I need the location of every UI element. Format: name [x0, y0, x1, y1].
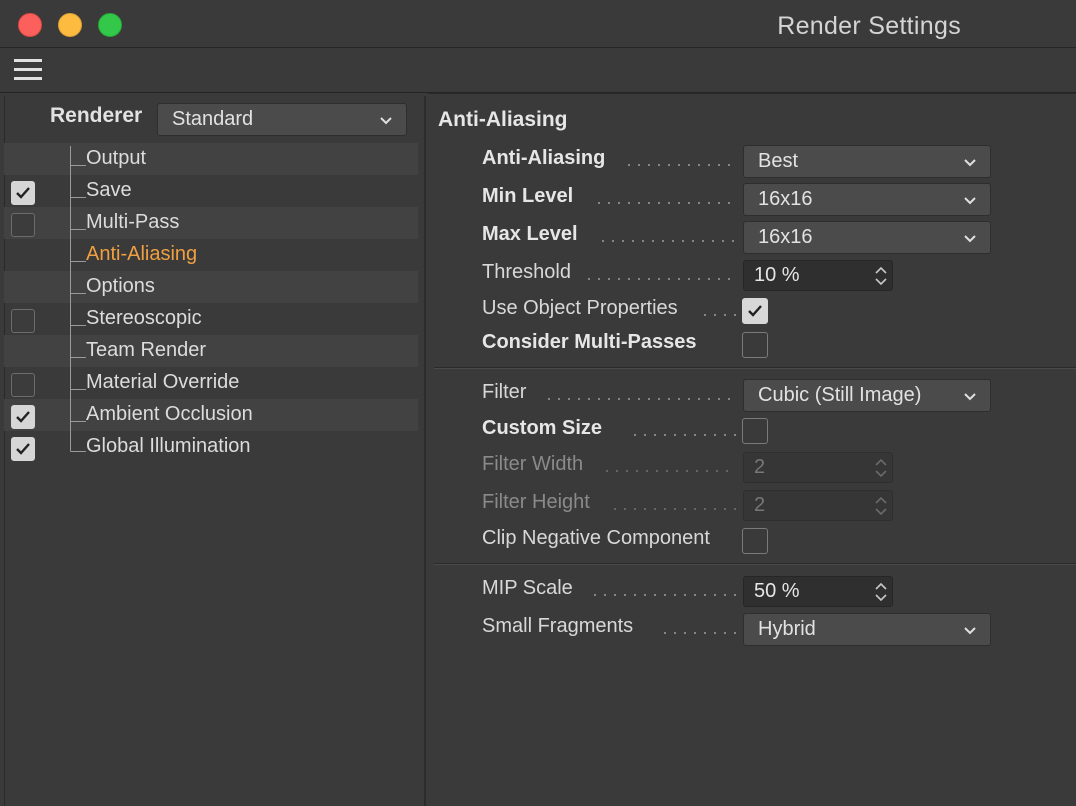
- checkmark-icon: [16, 411, 30, 423]
- small-fragments-value: Hybrid: [758, 618, 816, 640]
- maximize-window-button[interactable]: [98, 13, 122, 37]
- leader-dots: [602, 470, 736, 472]
- tree-item-stereoscopic[interactable]: Stereoscopic: [86, 307, 202, 330]
- spinner-arrows-icon[interactable]: [874, 493, 888, 519]
- section-divider-highlight: [434, 564, 1076, 565]
- use-object-properties-label: Use Object Properties: [482, 297, 678, 319]
- filter-height-label: Filter Height: [482, 491, 590, 513]
- spinner-arrows-icon[interactable]: [874, 579, 888, 605]
- tree-item-options[interactable]: Options: [86, 275, 155, 298]
- section-divider-highlight: [434, 368, 1076, 369]
- leader-dots: [594, 202, 736, 204]
- filter-height-input[interactable]: 2: [743, 490, 893, 521]
- multipass-checkbox[interactable]: [11, 213, 35, 237]
- menu-icon[interactable]: [14, 59, 42, 81]
- clip-negative-label: Clip Negative Component: [482, 527, 710, 549]
- threshold-label: Threshold: [482, 261, 571, 283]
- max-level-label: Max Level: [482, 223, 578, 245]
- consider-multipasses-label: Consider Multi-Passes: [482, 331, 697, 353]
- filter-value: Cubic (Still Image): [758, 384, 922, 406]
- antialiasing-label: Anti-Aliasing: [482, 147, 606, 169]
- panel-splitter[interactable]: [424, 96, 426, 806]
- tree-item-multipass[interactable]: Multi-Pass: [86, 211, 179, 234]
- filter-dropdown[interactable]: Cubic (Still Image): [743, 379, 991, 412]
- tree-item-antialiasing[interactable]: Anti-Aliasing: [86, 243, 197, 266]
- minimize-window-button[interactable]: [58, 13, 82, 37]
- close-window-button[interactable]: [18, 13, 42, 37]
- tree-item-ambientocclusion[interactable]: Ambient Occlusion: [86, 403, 253, 426]
- custom-size-checkbox[interactable]: [742, 418, 768, 444]
- ambientocclusion-checkbox[interactable]: [11, 405, 35, 429]
- leader-dots: [610, 508, 736, 510]
- threshold-input[interactable]: 10 %: [743, 260, 893, 291]
- min-level-label: Min Level: [482, 185, 574, 207]
- small-fragments-dropdown[interactable]: Hybrid: [743, 613, 991, 646]
- chevron-down-icon: [962, 192, 978, 208]
- toolbar: [0, 48, 1076, 92]
- filter-width-label: Filter Width: [482, 453, 584, 475]
- antialiasing-dropdown[interactable]: Best: [743, 145, 991, 178]
- checkmark-icon: [748, 305, 762, 317]
- mip-scale-label: MIP Scale: [482, 577, 573, 599]
- leader-dots: [624, 164, 736, 166]
- chevron-down-icon: [962, 230, 978, 246]
- mip-scale-value: 50 %: [754, 580, 800, 602]
- clip-negative-checkbox[interactable]: [742, 528, 768, 554]
- chevron-down-icon: [962, 622, 978, 638]
- chevron-down-icon: [962, 388, 978, 404]
- panel-top-border: [428, 93, 1076, 94]
- leader-dots: [598, 240, 736, 242]
- chevron-down-icon: [962, 154, 978, 170]
- mip-scale-input[interactable]: 50 %: [743, 576, 893, 607]
- max-level-value: 16x16: [758, 226, 813, 248]
- title-bar: Render Settings: [0, 0, 1076, 48]
- section-title: Anti-Aliasing: [438, 108, 568, 131]
- leader-dots: [584, 278, 736, 280]
- antialiasing-value: Best: [758, 150, 799, 172]
- filter-label: Filter: [482, 381, 527, 403]
- renderer-value: Standard: [172, 108, 254, 130]
- materialoverride-checkbox[interactable]: [11, 373, 35, 397]
- filter-width-value: 2: [754, 456, 766, 478]
- filter-width-input[interactable]: 2: [743, 452, 893, 483]
- leader-dots: [660, 632, 736, 634]
- min-level-dropdown[interactable]: 16x16: [743, 183, 991, 216]
- window-title: Render Settings: [777, 12, 961, 40]
- tree-connector-lines: [70, 146, 86, 452]
- chevron-down-icon: [378, 112, 394, 128]
- tree-item-globalillumination[interactable]: Global Illumination: [86, 435, 251, 458]
- renderer-dropdown[interactable]: Standard: [157, 103, 407, 136]
- stereoscopic-checkbox[interactable]: [11, 309, 35, 333]
- leader-dots: [700, 314, 736, 316]
- tree-item-teamrender[interactable]: Team Render: [86, 339, 206, 362]
- min-level-value: 16x16: [758, 188, 813, 210]
- consider-multipasses-checkbox[interactable]: [742, 332, 768, 358]
- checkmark-icon: [16, 443, 30, 455]
- max-level-dropdown[interactable]: 16x16: [743, 221, 991, 254]
- save-checkbox[interactable]: [11, 181, 35, 205]
- spinner-arrows-icon[interactable]: [874, 455, 888, 481]
- threshold-value: 10 %: [754, 264, 800, 286]
- leader-dots: [544, 398, 736, 400]
- renderer-label: Renderer: [50, 104, 143, 127]
- small-fragments-label: Small Fragments: [482, 615, 634, 637]
- globalillumination-checkbox[interactable]: [11, 437, 35, 461]
- tree-item-save[interactable]: Save: [86, 179, 132, 202]
- leader-dots: [590, 594, 736, 596]
- tree-item-materialoverride[interactable]: Material Override: [86, 371, 239, 394]
- use-object-properties-checkbox[interactable]: [742, 298, 768, 324]
- spinner-arrows-icon[interactable]: [874, 263, 888, 289]
- filter-height-value: 2: [754, 494, 766, 516]
- tree-item-output[interactable]: Output: [86, 147, 146, 170]
- leader-dots: [630, 434, 736, 436]
- checkmark-icon: [16, 187, 30, 199]
- custom-size-label: Custom Size: [482, 417, 603, 439]
